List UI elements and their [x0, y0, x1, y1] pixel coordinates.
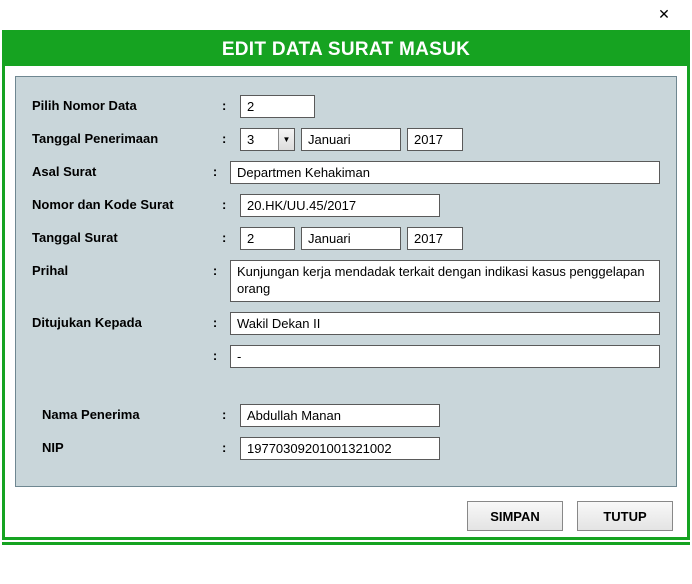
row-tanggal-surat: Tanggal Surat :: [32, 227, 660, 250]
close-button[interactable]: ✕: [644, 2, 684, 26]
row-asal-surat: Asal Surat :: [32, 161, 660, 184]
form-area: Pilih Nomor Data : Tanggal Penerimaan : …: [15, 76, 677, 487]
row-ditujukan2: :: [32, 345, 660, 368]
colon: :: [222, 437, 240, 455]
tgl-surat-month-input[interactable]: [301, 227, 401, 250]
colon: :: [222, 227, 240, 245]
nomor-kode-input[interactable]: [240, 194, 440, 217]
chevron-down-icon[interactable]: ▼: [278, 129, 294, 150]
footer-divider: [2, 542, 690, 545]
colon: :: [213, 345, 230, 363]
asal-surat-input[interactable]: [230, 161, 660, 184]
label-nomor-kode: Nomor dan Kode Surat: [32, 194, 222, 212]
tgl-penerimaan-year-input[interactable]: [407, 128, 463, 151]
colon: :: [213, 260, 230, 278]
tutup-button[interactable]: TUTUP: [577, 501, 673, 531]
nomor-data-input[interactable]: [240, 95, 315, 118]
simpan-button[interactable]: SIMPAN: [467, 501, 563, 531]
close-icon: ✕: [658, 6, 670, 23]
ditujukan-input[interactable]: [230, 312, 660, 335]
label-empty: [32, 345, 213, 348]
row-pilih-nomor: Pilih Nomor Data :: [32, 95, 660, 118]
row-nip: NIP :: [32, 437, 660, 460]
label-nama-penerima: Nama Penerima: [32, 404, 222, 422]
prihal-textarea[interactable]: Kunjungan kerja mendadak terkait dengan …: [230, 260, 660, 302]
label-asal-surat: Asal Surat: [32, 161, 213, 179]
label-nip: NIP: [32, 437, 222, 455]
row-tanggal-penerimaan: Tanggal Penerimaan : ▼: [32, 128, 660, 151]
label-prihal: Prihal: [32, 260, 213, 278]
ditujukan2-input[interactable]: [230, 345, 660, 368]
spacer: [32, 378, 660, 404]
colon: :: [222, 404, 240, 422]
row-ditujukan: Ditujukan Kepada :: [32, 312, 660, 335]
row-nama-penerima: Nama Penerima :: [32, 404, 660, 427]
page-title: EDIT DATA SURAT MASUK: [5, 33, 687, 66]
tgl-surat-year-input[interactable]: [407, 227, 463, 250]
colon: :: [213, 161, 230, 179]
colon: :: [222, 194, 240, 212]
button-row: SIMPAN TUTUP: [5, 491, 687, 537]
colon: :: [222, 128, 240, 146]
outer-frame: EDIT DATA SURAT MASUK Pilih Nomor Data :…: [2, 30, 690, 540]
nip-input[interactable]: [240, 437, 440, 460]
tgl-penerimaan-month-input[interactable]: [301, 128, 401, 151]
nama-penerima-input[interactable]: [240, 404, 440, 427]
label-tanggal-surat: Tanggal Surat: [32, 227, 222, 245]
window-titlebar: ✕: [0, 0, 692, 28]
row-nomor-kode: Nomor dan Kode Surat :: [32, 194, 660, 217]
label-ditujukan: Ditujukan Kepada: [32, 312, 213, 330]
tgl-surat-day-input[interactable]: [240, 227, 295, 250]
colon: :: [222, 95, 240, 113]
colon: :: [213, 312, 230, 330]
label-pilih-nomor: Pilih Nomor Data: [32, 95, 222, 113]
tgl-penerimaan-day-dropdown[interactable]: ▼: [240, 128, 295, 151]
label-tanggal-penerimaan: Tanggal Penerimaan: [32, 128, 222, 146]
row-prihal: Prihal : Kunjungan kerja mendadak terkai…: [32, 260, 660, 302]
